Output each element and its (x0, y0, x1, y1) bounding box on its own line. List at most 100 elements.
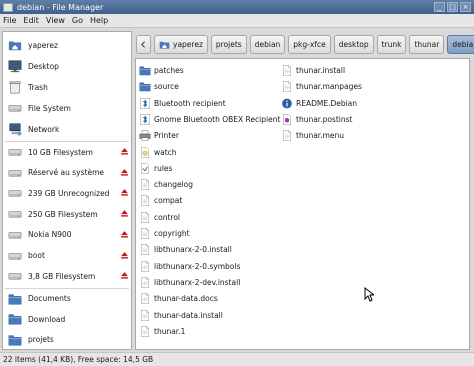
file-item[interactable]: control (139, 210, 180, 225)
file-name: rules (154, 163, 173, 173)
eject-icon[interactable] (120, 209, 129, 218)
sidebar-separator (5, 287, 129, 289)
sidebar-item-label: yaperez (28, 40, 58, 50)
eject-icon[interactable] (120, 188, 129, 197)
back-button[interactable] (136, 34, 151, 54)
file-name: changelog (154, 180, 194, 190)
path-crumb-trunk[interactable]: trunk (376, 34, 407, 54)
eject-icon[interactable] (120, 271, 129, 280)
eject-icon[interactable] (120, 147, 129, 156)
sidebar-item-label: Network (28, 124, 60, 134)
folder-icon (139, 66, 151, 76)
menu-edit[interactable]: Edit (23, 16, 39, 25)
eject-icon[interactable] (120, 230, 129, 239)
file-item[interactable]: README.Debian (281, 96, 357, 111)
file-item[interactable]: rules (139, 161, 172, 176)
path-crumb-thunar[interactable]: thunar (409, 34, 445, 54)
text-file-icon (141, 244, 149, 256)
file-name: thunar-data.docs (154, 294, 218, 304)
file-item[interactable]: thunar-data.install (139, 308, 223, 323)
file-name: thunar.menu (296, 131, 345, 141)
text-file-icon (141, 309, 149, 321)
sidebar-item-projets[interactable]: projets (7, 331, 131, 349)
file-item[interactable]: Gnome Bluetooth OBEX Recipient (139, 112, 280, 127)
drive-icon (8, 273, 22, 280)
path-crumb-desktop[interactable]: desktop (333, 34, 374, 54)
sidebar-item-239-gb-unrecognized[interactable]: 239 GB Unrecognized (7, 184, 131, 202)
path-crumb-label: projets (215, 39, 242, 49)
drive-icon (8, 149, 22, 156)
file-item[interactable]: libthunarx-2-0.symbols (139, 259, 240, 274)
minimize-button[interactable]: _ (434, 2, 445, 12)
path-crumb-projets[interactable]: projets (210, 34, 247, 54)
file-item[interactable]: Bluetooth recipient (139, 96, 226, 111)
sidebar-item-yaperez[interactable]: yaperez (7, 36, 131, 54)
file-item[interactable]: copyright (139, 226, 190, 241)
harddisk-icon (8, 105, 22, 112)
path-crumb-debian[interactable]: debian (447, 34, 474, 54)
menu-bar: File Edit View Go Help (0, 14, 474, 28)
file-item[interactable]: thunar.menu (281, 128, 344, 143)
trash-icon (9, 81, 21, 94)
file-item[interactable]: thunar.postinst (281, 112, 352, 127)
sidebar-item-250-gb-filesystem[interactable]: 250 GB Filesystem (7, 205, 131, 223)
file-item[interactable]: thunar.manpages (281, 79, 362, 94)
file-item[interactable]: changelog (139, 177, 193, 192)
sidebar-item-label: 3,8 GB Filesystem (28, 271, 96, 281)
file-item[interactable]: Printer (139, 128, 179, 143)
file-item[interactable]: thunar.1 (139, 324, 185, 339)
home-folder-icon (8, 41, 22, 51)
sidebar-item-r-serv-au-syst-me[interactable]: Réservé au système (7, 164, 131, 182)
close-button[interactable]: × (460, 2, 471, 12)
file-item[interactable]: libthunarx-2-dev.install (139, 275, 240, 290)
file-name: copyright (154, 229, 190, 238)
path-crumb-yaperez[interactable]: yaperez (154, 34, 208, 54)
title-bar: debian - File Manager _ □ × (0, 0, 474, 14)
file-item[interactable]: watch (139, 145, 177, 160)
sidebar-item-desktop[interactable]: Desktop (7, 57, 131, 75)
menu-go[interactable]: Go (72, 16, 83, 25)
sidebar-item-nokia-n900[interactable]: Nokia N900 (7, 226, 131, 244)
sidebar-item-boot[interactable]: boot (7, 247, 131, 265)
file-name: patches (154, 66, 184, 75)
desktop-icon (8, 60, 22, 73)
file-name: thunar.1 (154, 326, 186, 336)
sidebar-separator (5, 141, 129, 142)
text-file-icon (141, 276, 149, 288)
text-file-icon (141, 260, 149, 272)
file-name: Gnome Bluetooth OBEX Recipient (154, 114, 281, 124)
sidebar-item-trash[interactable]: Trash (7, 78, 131, 96)
folder-item[interactable]: source (139, 79, 179, 94)
postinst-icon (283, 113, 291, 125)
sidebar-item-documents[interactable]: Documents (7, 290, 131, 308)
eject-icon[interactable] (120, 168, 129, 177)
sidebar-item-10-gb-filesystem[interactable]: 10 GB Filesystem (7, 143, 131, 161)
maximize-button[interactable]: □ (447, 2, 458, 12)
watch-icon (141, 146, 149, 158)
menu-view[interactable]: View (46, 16, 65, 25)
menu-help[interactable]: Help (90, 16, 108, 25)
path-crumb-debian[interactable]: debian (249, 34, 286, 54)
path-crumb-label: thunar (414, 39, 440, 49)
drive-icon (8, 252, 22, 260)
window-title: debian - File Manager (17, 2, 104, 12)
sidebar-item-label: 250 GB Filesystem (28, 209, 98, 219)
home-folder-icon (159, 41, 170, 49)
file-name: Bluetooth recipient (154, 98, 226, 108)
text-file-icon (141, 195, 149, 207)
menu-file[interactable]: File (3, 16, 16, 25)
file-name: watch (154, 147, 177, 157)
folder-icon (139, 82, 151, 92)
sidebar-item-3-8-gb-filesystem[interactable]: 3,8 GB Filesystem (7, 267, 131, 285)
file-item[interactable]: thunar-data.docs (139, 291, 218, 306)
path-crumb-pkg-xfce[interactable]: pkg-xfce (288, 34, 331, 54)
sidebar-item-network[interactable]: Network (7, 120, 131, 138)
file-item[interactable]: thunar.install (281, 63, 345, 78)
eject-icon[interactable] (120, 251, 129, 260)
file-item[interactable]: compat (139, 193, 182, 208)
file-item[interactable]: libthunarx-2-0.install (139, 242, 232, 257)
sidebar-item-download[interactable]: Download (7, 310, 131, 328)
file-name: libthunarx-2-0.install (154, 245, 232, 255)
folder-item[interactable]: patches (139, 63, 184, 78)
sidebar-item-file-system[interactable]: File System (7, 99, 131, 117)
